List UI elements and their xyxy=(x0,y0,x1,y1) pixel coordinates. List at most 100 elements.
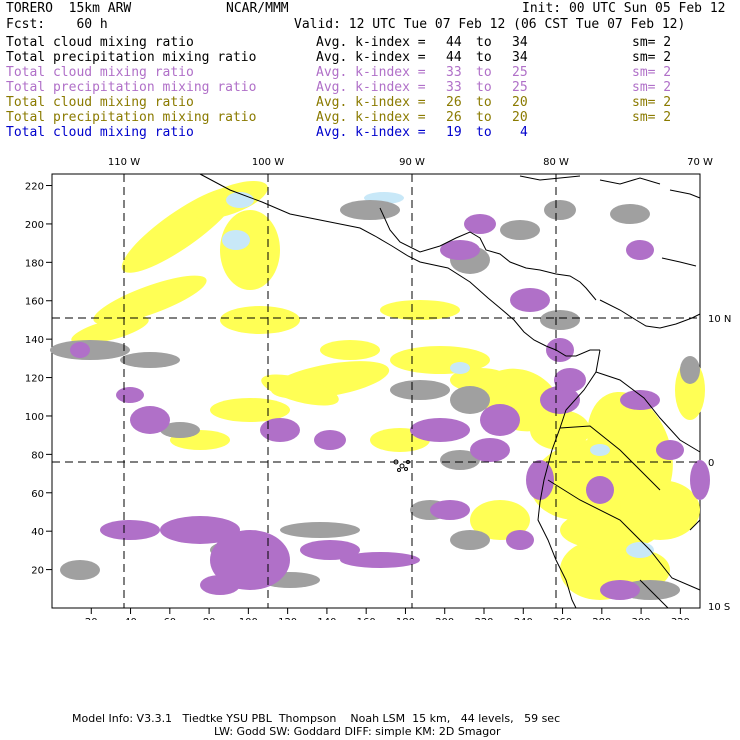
upper-level-cloud xyxy=(500,220,540,240)
legend-to: 20 xyxy=(512,95,528,110)
cloud-map: 20 40 60 80 100 120 140 160 180 200 220 240 260 280 30… xyxy=(25,157,731,620)
legend-sm: sm= 2 xyxy=(632,95,672,110)
mid-level-cloud xyxy=(200,575,240,595)
mid-level-cloud xyxy=(116,387,144,403)
legend-to: 25 xyxy=(512,80,528,95)
x-tick-label: 120 xyxy=(278,617,297,620)
legend-to-word: to xyxy=(476,80,492,95)
legend-to: 34 xyxy=(512,35,528,50)
x-tick-label: 160 xyxy=(357,617,376,620)
legend-field: Total cloud mixing ratio xyxy=(6,95,194,110)
upper-level-cloud xyxy=(450,530,490,550)
mid-level-cloud xyxy=(526,460,554,500)
legend-to: 25 xyxy=(512,65,528,80)
mid-level-cloud xyxy=(314,430,346,450)
x-tick-label: 240 xyxy=(514,617,533,620)
mid-level-cloud xyxy=(510,288,550,312)
mid-level-cloud xyxy=(656,440,684,460)
model-name: TORERO 15km ARW xyxy=(6,1,132,16)
legend-field: Total cloud mixing ratio xyxy=(6,125,194,140)
mid-level-cloud xyxy=(160,516,240,544)
y-tick-label: 80 xyxy=(31,450,44,461)
x-tick-label: 300 xyxy=(632,617,651,620)
x-tick-label: 200 xyxy=(435,617,454,620)
longitude-labels: 110 W 100 W 90 W 80 W 70 W xyxy=(108,157,713,168)
legend-to-word: to xyxy=(476,65,492,80)
physics-info: LW: Godd SW: Goddard DIFF: simple KM: 2D… xyxy=(214,725,501,738)
legend-to-word: to xyxy=(476,35,492,50)
legend-index: Avg. k-index = xyxy=(316,50,426,65)
mid-level-cloud xyxy=(554,368,586,392)
lowest-level-cloud xyxy=(222,230,250,250)
y-tick-label: 220 xyxy=(25,182,44,193)
mid-level-cloud xyxy=(340,552,420,568)
x-tick-label: 140 xyxy=(317,617,336,620)
y-tick-label: 120 xyxy=(25,374,44,385)
low-level-cloud xyxy=(320,340,380,360)
upper-level-cloud xyxy=(280,522,360,538)
legend-index: Avg. k-index = xyxy=(316,80,426,95)
upper-level-cloud xyxy=(120,352,180,368)
lon-label-80w: 80 W xyxy=(543,157,569,168)
lon-label-70w: 70 W xyxy=(687,157,713,168)
y-tick-label: 180 xyxy=(25,258,44,269)
y-axis-ticks: 20 40 60 80 100 120 140 160 180 200 220 xyxy=(25,182,52,577)
mid-level-cloud xyxy=(70,342,90,358)
x-tick-label: 100 xyxy=(239,617,258,620)
lowest-level-cloud xyxy=(590,444,610,456)
mid-level-cloud xyxy=(430,500,470,520)
mid-level-cloud xyxy=(600,580,640,600)
low-level-cloud xyxy=(220,210,280,290)
low-level-cloud xyxy=(220,306,300,334)
mid-level-cloud xyxy=(690,460,710,500)
upper-level-cloud xyxy=(390,380,450,400)
legend-from: 33 xyxy=(446,65,462,80)
mid-level-cloud xyxy=(100,520,160,540)
legend-to-word: to xyxy=(476,110,492,125)
legend-sm: sm= 2 xyxy=(632,50,672,65)
legend-sm: sm= 2 xyxy=(632,65,672,80)
legend-field: Total precipitation mixing ratio xyxy=(6,50,257,65)
mid-level-cloud xyxy=(260,418,300,442)
y-tick-label: 60 xyxy=(31,489,44,500)
upper-level-cloud xyxy=(540,310,580,330)
y-tick-label: 20 xyxy=(31,566,44,577)
mid-level-cloud xyxy=(620,390,660,410)
mid-level-cloud xyxy=(586,476,614,504)
mid-level-cloud xyxy=(130,406,170,434)
lat-label-10s: 10 S xyxy=(708,602,730,613)
legend-field: Total cloud mixing ratio xyxy=(6,35,194,50)
legend-from: 44 xyxy=(446,35,462,50)
lat-label-10n: 10 N xyxy=(708,314,731,325)
y-tick-label: 200 xyxy=(25,220,44,231)
legend-from: 26 xyxy=(446,110,462,125)
x-tick-label: 40 xyxy=(124,617,137,620)
legend-sm: sm= 2 xyxy=(632,110,672,125)
upper-level-cloud xyxy=(610,204,650,224)
legend-to-word: to xyxy=(476,125,492,140)
model-info: Model Info: V3.3.1 Tiedtke YSU PBL Thomp… xyxy=(72,712,561,725)
upper-level-cloud xyxy=(450,386,490,414)
mid-level-cloud xyxy=(464,214,496,234)
upper-level-cloud xyxy=(544,200,576,220)
upper-level-cloud xyxy=(340,200,400,220)
x-tick-label: 60 xyxy=(163,617,176,620)
legend-index: Avg. k-index = xyxy=(316,65,426,80)
legend-sm: sm= 2 xyxy=(632,80,672,95)
legend-to: 4 xyxy=(520,125,528,140)
upper-level-cloud xyxy=(680,356,700,384)
legend-sm: sm= 2 xyxy=(632,35,672,50)
x-tick-label: 220 xyxy=(474,617,493,620)
lon-label-100w: 100 W xyxy=(252,157,284,168)
upper-level-cloud xyxy=(60,560,100,580)
x-tick-label: 280 xyxy=(592,617,611,620)
y-tick-label: 100 xyxy=(25,412,44,423)
mid-level-cloud xyxy=(410,418,470,442)
lowest-level-cloud xyxy=(450,362,470,374)
x-tick-label: 260 xyxy=(553,617,572,620)
x-tick-label: 80 xyxy=(203,617,216,620)
mid-level-cloud xyxy=(506,530,534,550)
legend-to-word: to xyxy=(476,95,492,110)
legend-field: Total precipitation mixing ratio xyxy=(6,80,257,95)
legend-to-word: to xyxy=(476,50,492,65)
